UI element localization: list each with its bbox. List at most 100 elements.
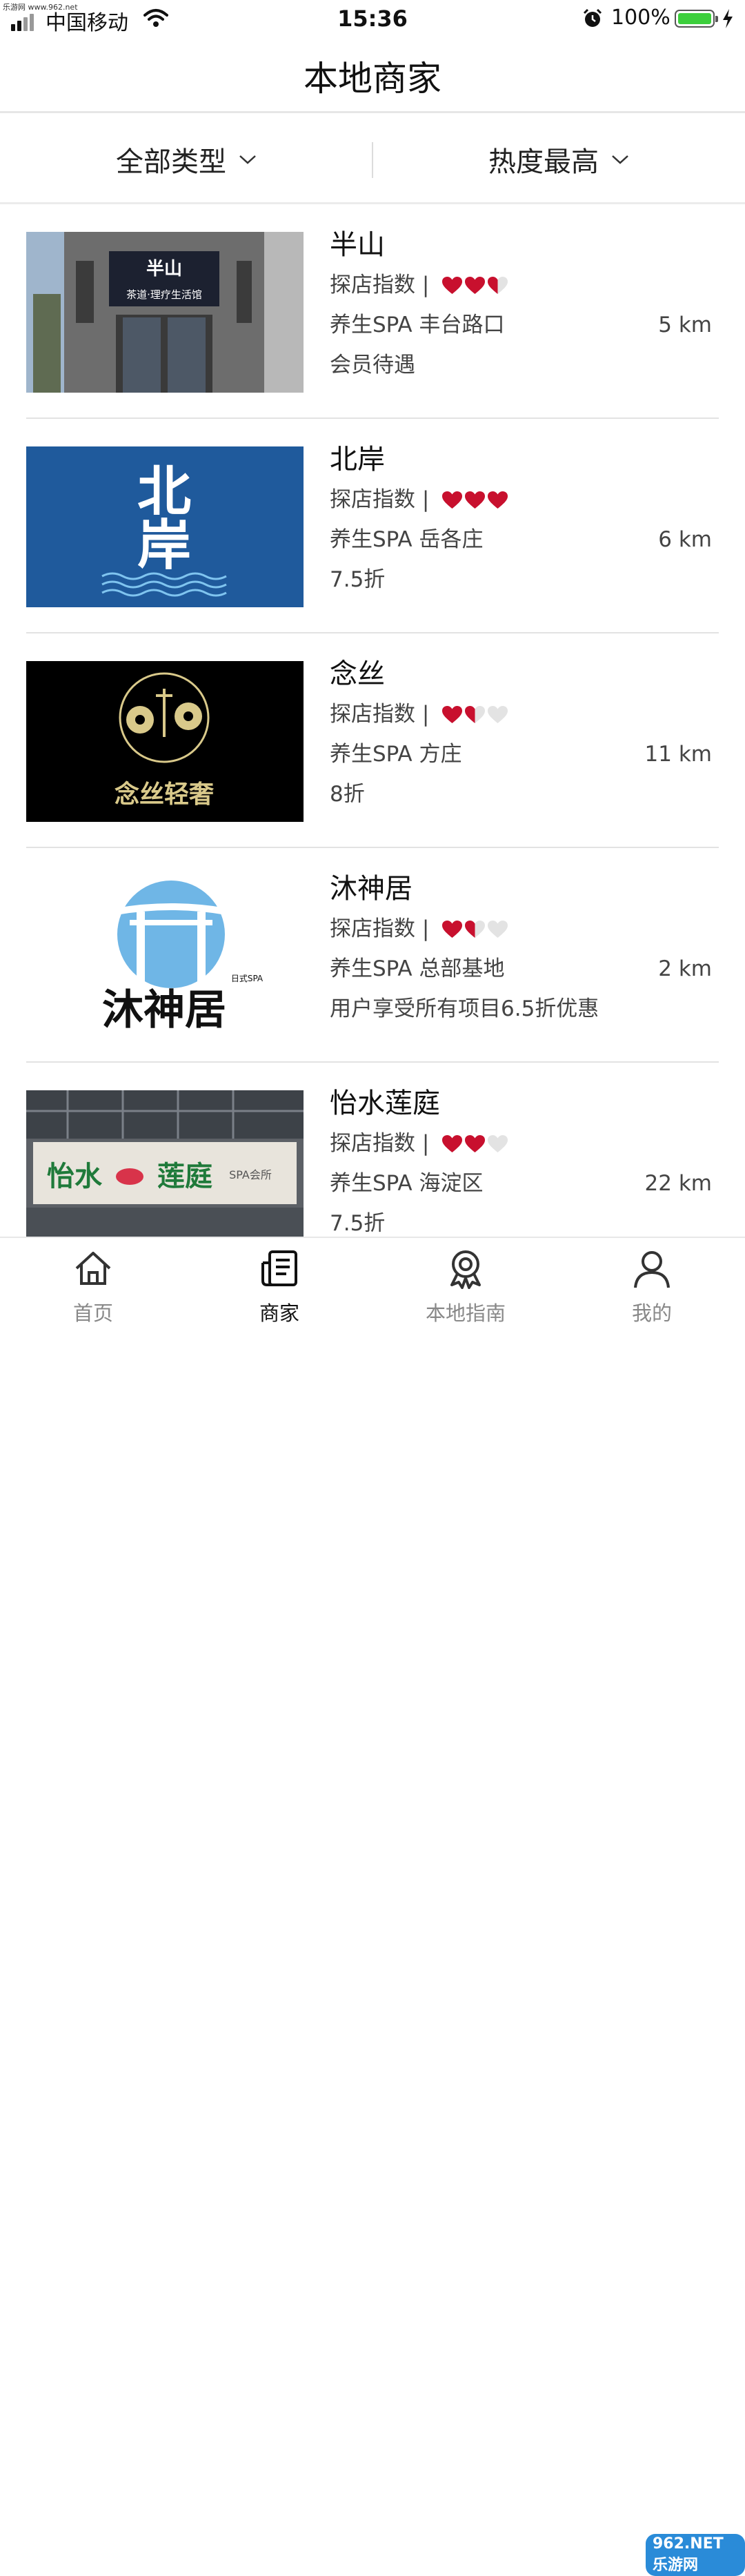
home-icon <box>75 1252 111 1285</box>
battery-percent: 100% <box>611 6 670 30</box>
merchant-name: 沐神居 <box>330 873 413 905</box>
logo-text: 日式SPA <box>231 974 264 983</box>
rating-label: 探店指数 | <box>330 916 430 941</box>
rating-row: 探店指数 | <box>330 480 712 520</box>
heart-icon <box>442 920 463 938</box>
merchant-row[interactable]: 沐神居 日式SPA 沐神居 探店指数 | 养生SPA 总部基地 2 km 用户享… <box>0 848 745 1063</box>
distance: 11 km <box>644 742 712 767</box>
category-location: 养生SPA 海淀区 <box>330 1171 484 1196</box>
alarm-icon <box>583 8 602 27</box>
merchant-meta: 养生SPA 丰台路口 5 km <box>330 305 712 345</box>
merchant-image: 沐神居 日式SPA <box>26 876 304 1036</box>
rating-row: 探店指数 | <box>330 909 712 949</box>
watermark-badge: 962.NET 乐游网 <box>646 2534 745 2576</box>
battery-icon <box>675 10 718 28</box>
merchant-image: 怡水 莲庭 SPA会所 <box>26 1090 304 1237</box>
heart-icon <box>488 276 508 294</box>
chevron-down-icon <box>239 155 256 164</box>
sign-text: 怡水 <box>47 1161 103 1192</box>
sort-filter-dropdown[interactable]: 热度最高 <box>372 116 745 202</box>
heart-icon <box>488 705 508 723</box>
merchant-info: 北岸 探店指数 | 养生SPA 岳各庄 6 km 7.5折 <box>330 440 712 600</box>
promo-text: 7.5折 <box>330 567 386 592</box>
nav-header: 本地商家 <box>0 36 745 113</box>
merchant-info: 念丝 探店指数 | 养生SPA 方庄 11 km 8折 <box>330 654 712 814</box>
heart-icon <box>488 920 508 938</box>
rating-label: 探店指数 | <box>330 487 430 512</box>
battery-fill <box>678 13 711 24</box>
rating-row: 探店指数 | <box>330 265 712 305</box>
rating-hearts <box>441 276 508 295</box>
rating-label: 探店指数 | <box>330 1131 430 1156</box>
merchant-list-icon <box>261 1250 297 1286</box>
heart-icon <box>488 491 508 509</box>
charging-icon <box>723 9 733 28</box>
promo-text: 会员待遇 <box>330 353 415 377</box>
merchant-image: 半山 茶道·理疗生活馆 <box>26 232 304 393</box>
logo-text: 念丝轻奢 <box>115 780 215 809</box>
heart-icon <box>442 276 463 294</box>
promo-text: 8折 <box>330 782 365 807</box>
sign-text: 茶道·理疗生活馆 <box>126 288 202 301</box>
rating-label: 探店指数 | <box>330 273 430 297</box>
award-icon <box>450 1250 481 1289</box>
merchant-name: 半山 <box>330 229 385 261</box>
heart-icon <box>442 491 463 509</box>
merchant-image: 北 岸 <box>26 446 304 607</box>
rating-hearts <box>441 705 508 724</box>
tab-profile[interactable]: 我的 <box>559 1238 745 1326</box>
merchant-row[interactable]: 念丝轻奢 念丝 探店指数 | 养生SPA 方庄 11 km 8折 <box>0 633 745 848</box>
type-filter-label: 全部类型 <box>116 146 226 178</box>
tab-label: 商家 <box>259 1301 299 1325</box>
tab-label: 本地指南 <box>425 1301 506 1325</box>
distance: 2 km <box>658 956 712 981</box>
merchant-meta: 养生SPA 总部基地 2 km <box>330 949 712 989</box>
sign-text: 半山 <box>146 259 182 279</box>
rating-row: 探店指数 | <box>330 1123 712 1163</box>
tab-home[interactable]: 首页 <box>0 1238 186 1326</box>
user-icon <box>634 1251 670 1288</box>
rating-hearts <box>441 1134 508 1153</box>
bottom-tab-bar: 首页 商家 本地指南 我的 962.NET 乐游网 <box>0 1237 745 2576</box>
merchant-info: 怡水莲庭 探店指数 | 养生SPA 海淀区 22 km 7.5折 <box>330 1083 712 1237</box>
heart-icon <box>465 276 486 294</box>
merchant-info: 半山 探店指数 | 养生SPA 丰台路口 5 km 会员待遇 <box>330 225 712 385</box>
rating-hearts <box>441 491 508 509</box>
sign-text: 莲庭 <box>157 1161 212 1192</box>
merchant-meta: 养生SPA 方庄 11 km <box>330 734 712 774</box>
tab-local-guide[interactable]: 本地指南 <box>372 1238 559 1326</box>
status-bar: 乐游网 www.962.net 中国移动 15:36 100% <box>0 0 745 36</box>
merchant-info: 沐神居 探店指数 | 养生SPA 总部基地 2 km 用户享受所有项目6.5折优… <box>330 869 712 1029</box>
tab-merchants[interactable]: 商家 <box>186 1238 372 1326</box>
merchant-name: 念丝 <box>330 658 385 690</box>
merchant-row[interactable]: 北 岸 北岸 探店指数 | 养生SPA 岳各庄 6 km 7.5折 <box>0 419 745 633</box>
merchant-list[interactable]: 半山 茶道·理疗生活馆 半山 探店指数 | 养生SPA 丰台路口 5 km 会员… <box>0 204 745 1237</box>
promo-text: 用户享受所有项目6.5折优惠 <box>330 996 599 1021</box>
merchant-row[interactable]: 半山 茶道·理疗生活馆 半山 探店指数 | 养生SPA 丰台路口 5 km 会员… <box>0 204 745 419</box>
rating-label: 探店指数 | <box>330 702 430 727</box>
merchant-image: 念丝轻奢 <box>26 661 304 822</box>
sign-text: SPA会所 <box>229 1168 272 1181</box>
heart-icon <box>442 1134 463 1152</box>
logo-text: 北 <box>137 461 191 523</box>
type-filter-dropdown[interactable]: 全部类型 <box>0 116 372 202</box>
heart-icon <box>465 920 486 938</box>
sort-filter-label: 热度最高 <box>488 146 599 178</box>
chevron-down-icon <box>612 155 628 164</box>
category-location: 养生SPA 丰台路口 <box>330 313 505 337</box>
merchant-row[interactable]: 怡水 莲庭 SPA会所 怡水莲庭 探店指数 | 养生SPA 海淀区 22 km … <box>0 1063 745 1237</box>
tab-label: 我的 <box>631 1301 672 1325</box>
rating-row: 探店指数 | <box>330 694 712 734</box>
rating-hearts <box>441 920 508 938</box>
distance: 22 km <box>644 1171 712 1196</box>
distance: 6 km <box>658 527 712 552</box>
merchant-name: 怡水莲庭 <box>330 1088 440 1119</box>
merchant-name: 北岸 <box>330 444 385 475</box>
heart-icon <box>488 1134 508 1152</box>
heart-icon <box>465 491 486 509</box>
logo-text: 沐神居 <box>102 986 226 1034</box>
merchant-meta: 养生SPA 岳各庄 6 km <box>330 520 712 560</box>
merchant-meta: 养生SPA 海淀区 22 km <box>330 1163 712 1203</box>
heart-icon <box>442 705 463 723</box>
tab-label: 首页 <box>72 1301 113 1325</box>
